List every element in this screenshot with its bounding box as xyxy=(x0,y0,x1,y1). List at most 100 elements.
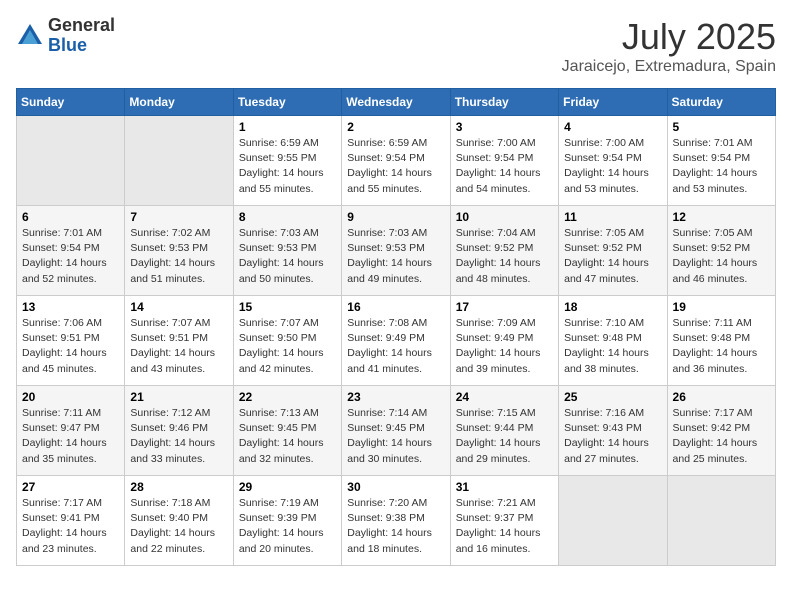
day-number: 15 xyxy=(239,300,336,314)
day-info: Sunrise: 7:06 AMSunset: 9:51 PMDaylight:… xyxy=(22,316,119,377)
calendar-cell: 17Sunrise: 7:09 AMSunset: 9:49 PMDayligh… xyxy=(450,296,558,386)
day-info: Sunrise: 7:05 AMSunset: 9:52 PMDaylight:… xyxy=(564,226,661,287)
calendar-cell: 11 Sunrise: 7:05 AMSunset: 9:52 PMDayligh… xyxy=(559,206,667,296)
calendar-week-row: 20 Sunrise: 7:11 AMSunset: 9:47 PMDayligh… xyxy=(17,386,776,476)
calendar-cell: 4Sunrise: 7:00 AMSunset: 9:54 PMDaylight… xyxy=(559,116,667,206)
day-info: Sunrise: 6:59 AMSunset: 9:54 PMDaylight:… xyxy=(347,136,444,197)
day-info: Sunrise: 7:12 AMSunset: 9:46 PMDaylight:… xyxy=(130,406,227,467)
calendar-cell: 14 Sunrise: 7:07 AMSunset: 9:51 PMDayligh… xyxy=(125,296,233,386)
day-number: 23 xyxy=(347,390,444,404)
day-info: Sunrise: 7:21 AMSunset: 9:37 PMDaylight:… xyxy=(456,496,553,557)
day-info: Sunrise: 7:07 AMSunset: 9:51 PMDaylight:… xyxy=(130,316,227,377)
day-number: 2 xyxy=(347,120,444,134)
calendar-cell: 20 Sunrise: 7:11 AMSunset: 9:47 PMDayligh… xyxy=(17,386,125,476)
day-number: 24 xyxy=(456,390,553,404)
day-info: Sunrise: 7:17 AMSunset: 9:42 PMDaylight:… xyxy=(673,406,770,467)
day-number: 22 xyxy=(239,390,336,404)
day-info: Sunrise: 7:20 AMSunset: 9:38 PMDaylight:… xyxy=(347,496,444,557)
day-info: Sunrise: 7:16 AMSunset: 9:43 PMDaylight:… xyxy=(564,406,661,467)
day-number: 7 xyxy=(130,210,227,224)
day-info: Sunrise: 7:05 AMSunset: 9:52 PMDaylight:… xyxy=(673,226,770,287)
day-info: Sunrise: 7:08 AMSunset: 9:49 PMDaylight:… xyxy=(347,316,444,377)
day-info: Sunrise: 7:19 AMSunset: 9:39 PMDaylight:… xyxy=(239,496,336,557)
logo: General Blue xyxy=(16,16,115,56)
calendar-cell xyxy=(559,476,667,566)
day-number: 30 xyxy=(347,480,444,494)
weekday-header: Friday xyxy=(559,89,667,116)
calendar-cell: 6 Sunrise: 7:01 AMSunset: 9:54 PMDaylight… xyxy=(17,206,125,296)
day-info: Sunrise: 7:07 AMSunset: 9:50 PMDaylight:… xyxy=(239,316,336,377)
day-number: 29 xyxy=(239,480,336,494)
day-info: Sunrise: 7:15 AMSunset: 9:44 PMDaylight:… xyxy=(456,406,553,467)
day-number: 6 xyxy=(22,210,119,224)
location: Jaraicejo, Extremadura, Spain xyxy=(562,58,776,76)
calendar-header: SundayMondayTuesdayWednesdayThursdayFrid… xyxy=(17,89,776,116)
weekday-header: Tuesday xyxy=(233,89,341,116)
calendar-cell: 21 Sunrise: 7:12 AMSunset: 9:46 PMDayligh… xyxy=(125,386,233,476)
day-number: 31 xyxy=(456,480,553,494)
day-number: 4 xyxy=(564,120,661,134)
day-number: 20 xyxy=(22,390,119,404)
calendar-cell: 10Sunrise: 7:04 AMSunset: 9:52 PMDayligh… xyxy=(450,206,558,296)
day-info: Sunrise: 7:03 AMSunset: 9:53 PMDaylight:… xyxy=(239,226,336,287)
calendar-cell: 8 Sunrise: 7:03 AMSunset: 9:53 PMDaylight… xyxy=(233,206,341,296)
logo-icon xyxy=(16,22,44,50)
calendar-table: SundayMondayTuesdayWednesdayThursdayFrid… xyxy=(16,88,776,566)
logo-blue: Blue xyxy=(48,36,115,56)
day-number: 18 xyxy=(564,300,661,314)
logo-general: General xyxy=(48,16,115,36)
weekday-header: Wednesday xyxy=(342,89,450,116)
day-number: 27 xyxy=(22,480,119,494)
calendar-cell: 7 Sunrise: 7:02 AMSunset: 9:53 PMDaylight… xyxy=(125,206,233,296)
day-info: Sunrise: 7:11 AMSunset: 9:47 PMDaylight:… xyxy=(22,406,119,467)
day-number: 19 xyxy=(673,300,770,314)
day-number: 5 xyxy=(673,120,770,134)
calendar-cell: 27 Sunrise: 7:17 AMSunset: 9:41 PMDayligh… xyxy=(17,476,125,566)
day-info: Sunrise: 7:01 AMSunset: 9:54 PMDaylight:… xyxy=(22,226,119,287)
day-info: Sunrise: 7:14 AMSunset: 9:45 PMDaylight:… xyxy=(347,406,444,467)
calendar-cell: 29 Sunrise: 7:19 AMSunset: 9:39 PMDayligh… xyxy=(233,476,341,566)
day-number: 14 xyxy=(130,300,227,314)
day-number: 8 xyxy=(239,210,336,224)
calendar-cell: 9 Sunrise: 7:03 AMSunset: 9:53 PMDaylight… xyxy=(342,206,450,296)
calendar-body: 1 Sunrise: 6:59 AMSunset: 9:55 PMDaylight… xyxy=(17,116,776,566)
calendar-cell: 18 Sunrise: 7:10 AMSunset: 9:48 PMDayligh… xyxy=(559,296,667,386)
day-number: 25 xyxy=(564,390,661,404)
calendar-cell xyxy=(125,116,233,206)
calendar-week-row: 27 Sunrise: 7:17 AMSunset: 9:41 PMDayligh… xyxy=(17,476,776,566)
day-number: 21 xyxy=(130,390,227,404)
day-number: 11 xyxy=(564,210,661,224)
calendar-cell: 2 Sunrise: 6:59 AMSunset: 9:54 PMDaylight… xyxy=(342,116,450,206)
month-title: July 2025 xyxy=(562,16,776,58)
calendar-cell: 31 Sunrise: 7:21 AMSunset: 9:37 PMDayligh… xyxy=(450,476,558,566)
weekday-header: Sunday xyxy=(17,89,125,116)
day-info: Sunrise: 7:17 AMSunset: 9:41 PMDaylight:… xyxy=(22,496,119,557)
day-info: Sunrise: 7:11 AMSunset: 9:48 PMDaylight:… xyxy=(673,316,770,377)
calendar-cell: 22 Sunrise: 7:13 AMSunset: 9:45 PMDayligh… xyxy=(233,386,341,476)
calendar-cell: 12 Sunrise: 7:05 AMSunset: 9:52 PMDayligh… xyxy=(667,206,775,296)
calendar-cell xyxy=(667,476,775,566)
weekday-row: SundayMondayTuesdayWednesdayThursdayFrid… xyxy=(17,89,776,116)
weekday-header: Saturday xyxy=(667,89,775,116)
calendar-cell: 1 Sunrise: 6:59 AMSunset: 9:55 PMDaylight… xyxy=(233,116,341,206)
day-number: 26 xyxy=(673,390,770,404)
day-number: 9 xyxy=(347,210,444,224)
day-number: 28 xyxy=(130,480,227,494)
day-info: Sunrise: 6:59 AMSunset: 9:55 PMDaylight:… xyxy=(239,136,336,197)
day-info: Sunrise: 7:10 AMSunset: 9:48 PMDaylight:… xyxy=(564,316,661,377)
day-info: Sunrise: 7:13 AMSunset: 9:45 PMDaylight:… xyxy=(239,406,336,467)
calendar-cell: 13Sunrise: 7:06 AMSunset: 9:51 PMDayligh… xyxy=(17,296,125,386)
calendar-cell: 30 Sunrise: 7:20 AMSunset: 9:38 PMDayligh… xyxy=(342,476,450,566)
day-info: Sunrise: 7:03 AMSunset: 9:53 PMDaylight:… xyxy=(347,226,444,287)
page-header: General Blue July 2025 Jaraicejo, Extrem… xyxy=(16,16,776,76)
calendar-cell: 25 Sunrise: 7:16 AMSunset: 9:43 PMDayligh… xyxy=(559,386,667,476)
calendar-cell: 16Sunrise: 7:08 AMSunset: 9:49 PMDayligh… xyxy=(342,296,450,386)
calendar-week-row: 13Sunrise: 7:06 AMSunset: 9:51 PMDayligh… xyxy=(17,296,776,386)
day-number: 1 xyxy=(239,120,336,134)
day-number: 17 xyxy=(456,300,553,314)
calendar-week-row: 1 Sunrise: 6:59 AMSunset: 9:55 PMDaylight… xyxy=(17,116,776,206)
day-info: Sunrise: 7:18 AMSunset: 9:40 PMDaylight:… xyxy=(130,496,227,557)
calendar-cell: 3Sunrise: 7:00 AMSunset: 9:54 PMDaylight… xyxy=(450,116,558,206)
day-info: Sunrise: 7:02 AMSunset: 9:53 PMDaylight:… xyxy=(130,226,227,287)
day-number: 12 xyxy=(673,210,770,224)
